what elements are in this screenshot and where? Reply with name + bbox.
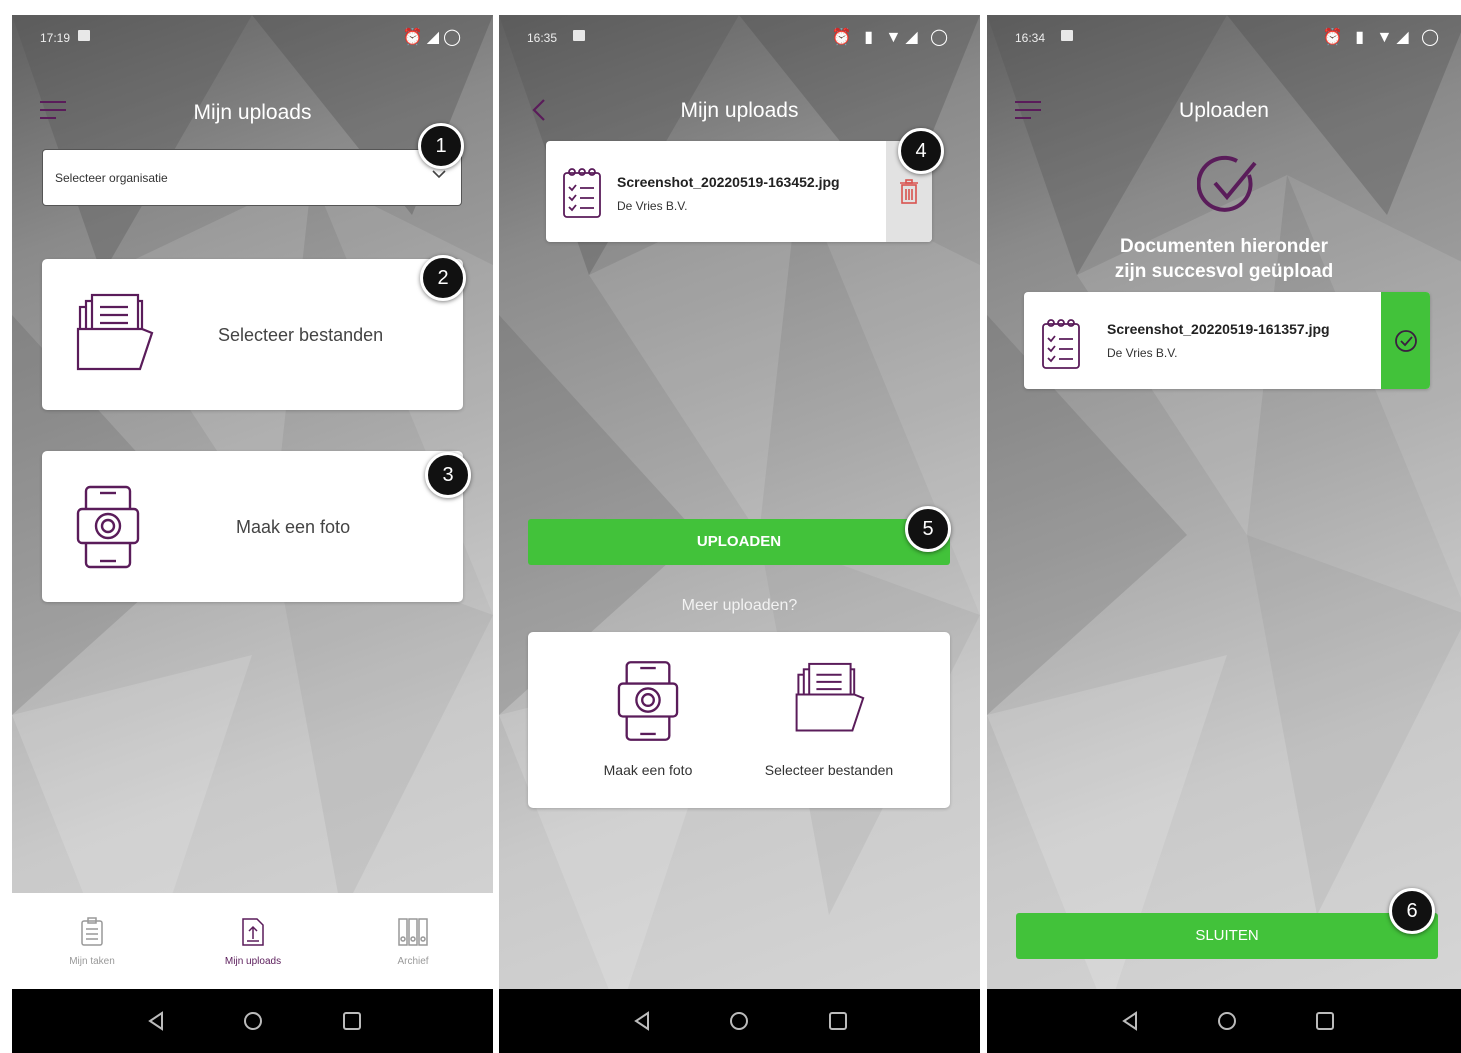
step-badge: 3 — [425, 452, 471, 498]
nav-back-icon[interactable] — [632, 1011, 652, 1031]
success-check-icon — [1197, 155, 1257, 212]
image-notification-icon — [78, 30, 90, 41]
status-time: 16:35 — [527, 31, 558, 45]
screen-upload-selection: 16:35 ⏰ ▮ ▼◢ ◯ Mijn uploads Screenshot_2… — [499, 15, 980, 1053]
step-badge: 5 — [905, 506, 951, 552]
page-title: Uploaden — [1179, 99, 1269, 122]
more-uploads-card: Maak een foto Selecteer bestanden — [528, 632, 950, 808]
step-badge: 2 — [420, 255, 466, 301]
nav-recents-icon[interactable] — [1315, 1011, 1335, 1031]
android-nav-bar — [12, 989, 493, 1053]
file-organisation: De Vries B.V. — [1107, 346, 1178, 360]
nav-recents-icon[interactable] — [828, 1011, 848, 1031]
screen-my-uploads: 17:19 ⏰◢◯ Mijn uploads Selecteer organis… — [12, 15, 493, 1053]
upload-file-icon — [242, 918, 264, 946]
file-organisation: De Vries B.V. — [617, 199, 688, 213]
tab-archive[interactable]: Archief — [353, 917, 473, 967]
nav-home-icon[interactable] — [1217, 1011, 1237, 1031]
folder-files-icon — [795, 662, 865, 732]
take-photo-label: Maak een foto — [236, 517, 351, 537]
file-name: Screenshot_20220519-163452.jpg — [617, 174, 840, 190]
status-time: 16:34 — [1015, 31, 1046, 45]
camera-phone-icon — [617, 661, 679, 741]
more-uploads-prompt: Meer uploaden? — [681, 597, 798, 614]
tab-my-uploads[interactable]: Mijn uploads — [193, 917, 313, 967]
organisation-select[interactable]: Selecteer organisatie — [42, 149, 462, 206]
trash-icon — [900, 179, 918, 204]
loading-icon: ◯ — [443, 29, 465, 46]
take-photo-card[interactable]: Maak een foto — [42, 451, 463, 602]
status-icons: ⏰◢◯ — [403, 27, 465, 47]
document-checklist-icon — [563, 168, 601, 218]
step-badge: 4 — [898, 128, 944, 174]
document-checklist-icon — [1042, 319, 1080, 369]
select-files-card[interactable]: Selecteer bestanden — [42, 259, 463, 410]
select-files-label: Selecteer bestanden — [218, 325, 384, 345]
status-time: 17:19 — [40, 31, 71, 45]
archive-binders-icon — [398, 918, 428, 946]
upload-button[interactable]: UPLOADEN — [528, 519, 950, 565]
status-icons: ⏰ ▮ ▼◢ ◯ — [831, 29, 952, 46]
status-bar: 16:35 ⏰ ▮ ▼◢ ◯ — [499, 15, 980, 59]
screen-upload-success: 16:34 ⏰ ▮ ▼◢ ◯ Uploaden Documenten hiero… — [987, 15, 1461, 1053]
status-icons: ⏰ ▮ ▼◢ ◯ — [1322, 29, 1443, 46]
image-notification-icon — [1061, 30, 1073, 41]
step-badge: 1 — [418, 123, 464, 169]
tab-label: Mijn taken — [69, 956, 115, 967]
organisation-select-placeholder: Selecteer organisatie — [55, 171, 168, 185]
tab-my-tasks[interactable]: Mijn taken — [32, 917, 152, 967]
select-files-label: Selecteer bestanden — [764, 762, 894, 778]
android-nav-bar — [987, 989, 1461, 1053]
uploaded-file-item: Screenshot_20220519-161357.jpg De Vries … — [1024, 292, 1430, 389]
step-badge: 6 — [1389, 888, 1435, 934]
folder-files-icon — [76, 293, 154, 371]
nav-home-icon[interactable] — [243, 1011, 263, 1031]
page-title: Mijn uploads — [193, 101, 312, 124]
status-bar: 16:34 ⏰ ▮ ▼◢ ◯ — [987, 15, 1461, 59]
success-line-2: zijn succesvol geüpload — [1114, 261, 1334, 282]
success-message: Documenten hieronder zijn succesvol geüp… — [987, 234, 1461, 284]
checklist-icon — [81, 917, 103, 946]
signal-icon: ◢ — [426, 29, 444, 46]
page-title: Mijn uploads — [680, 99, 799, 122]
upload-status — [1381, 292, 1430, 389]
tab-label: Mijn uploads — [224, 956, 282, 967]
alarm-icon: ⏰ — [402, 29, 427, 46]
select-files-option[interactable]: Selecteer bestanden — [754, 656, 904, 796]
android-nav-bar — [499, 989, 980, 1053]
take-photo-label: Maak een foto — [603, 762, 693, 778]
nav-back-icon[interactable] — [146, 1011, 166, 1031]
camera-phone-icon — [76, 485, 140, 569]
nav-recents-icon[interactable] — [342, 1011, 362, 1031]
close-button[interactable]: SLUITEN — [1016, 913, 1438, 959]
nav-back-icon[interactable] — [1120, 1011, 1140, 1031]
image-notification-icon — [573, 30, 585, 41]
file-item: Screenshot_20220519-163452.jpg De Vries … — [546, 141, 932, 242]
nav-home-icon[interactable] — [729, 1011, 749, 1031]
take-photo-option[interactable]: Maak een foto — [588, 656, 708, 796]
check-circle-icon — [1395, 330, 1417, 352]
bottom-tab-bar: Mijn taken Mijn uploads Archief — [12, 893, 493, 989]
status-bar: 17:19 ⏰◢◯ — [12, 15, 493, 59]
success-line-1: Documenten hieronder — [1120, 236, 1328, 257]
tab-label: Archief — [397, 956, 429, 967]
file-name: Screenshot_20220519-161357.jpg — [1107, 321, 1330, 337]
